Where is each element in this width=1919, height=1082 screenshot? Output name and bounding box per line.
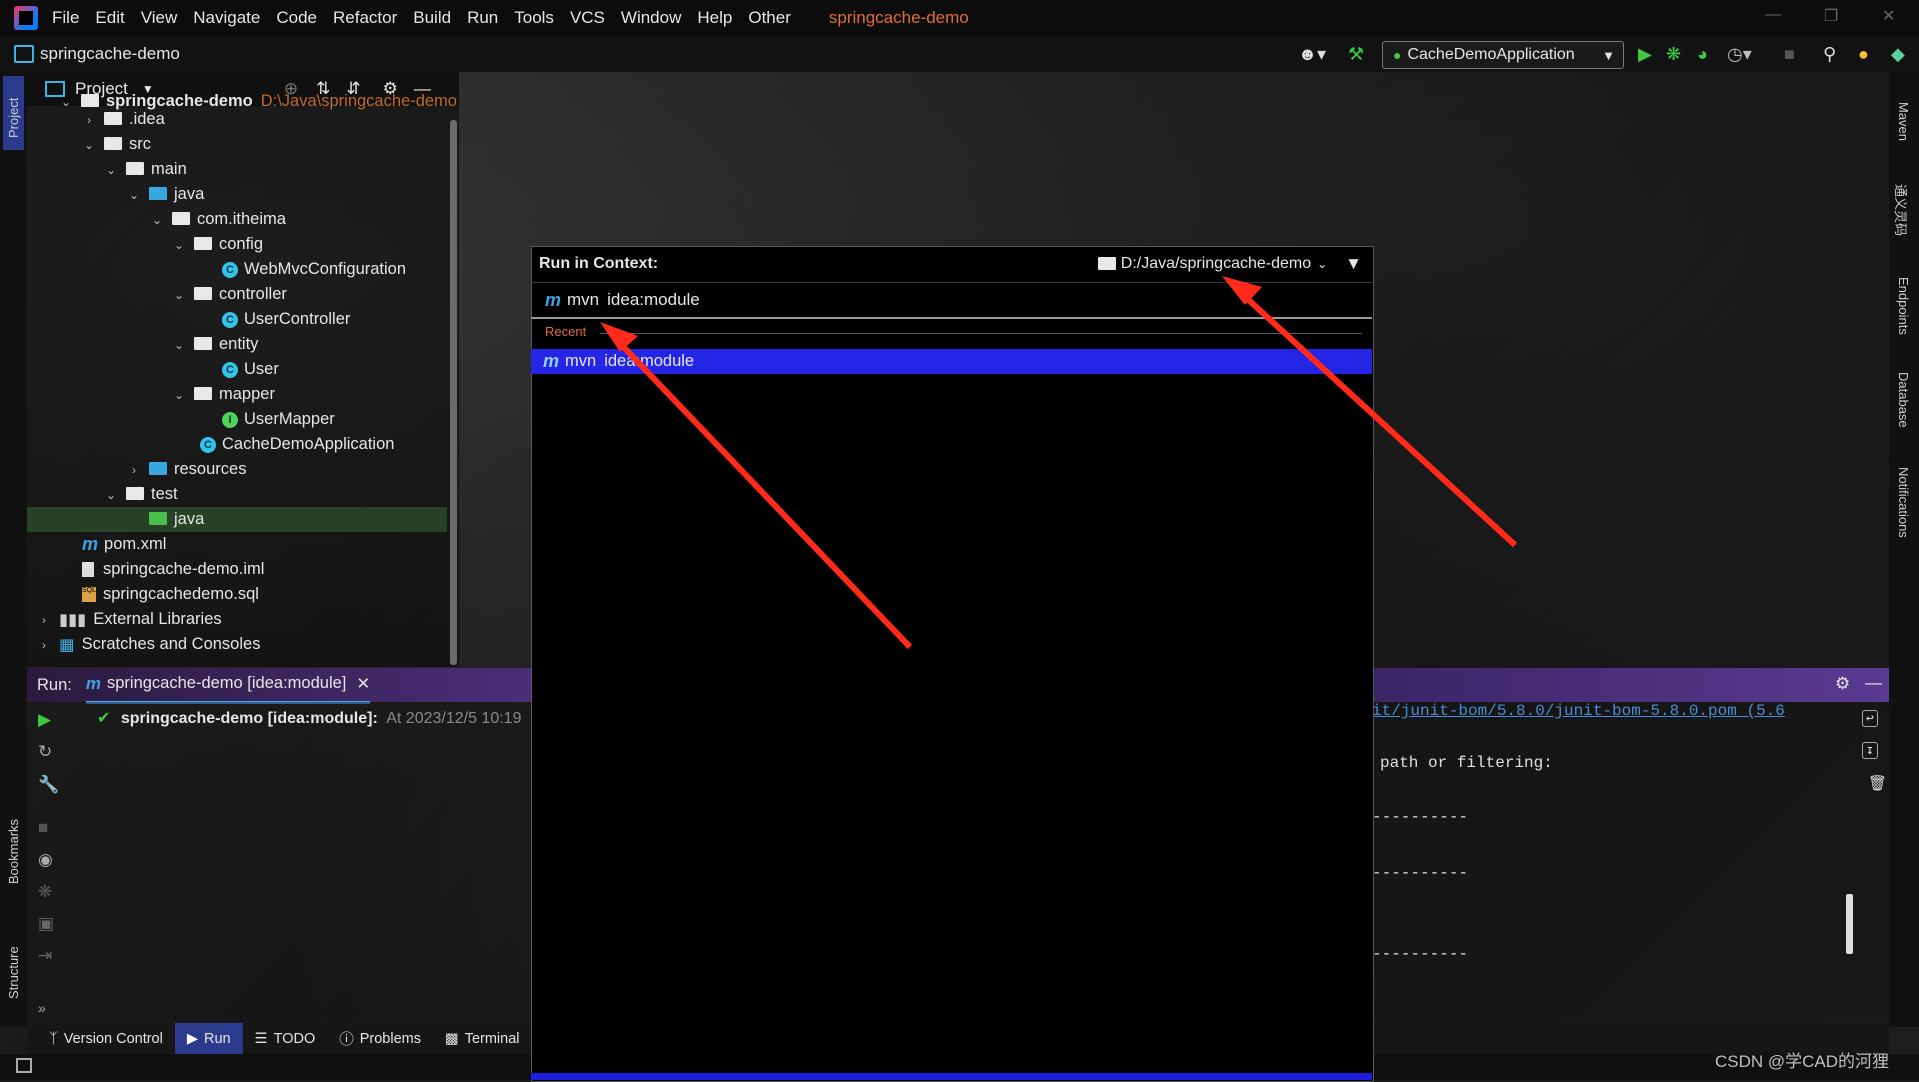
arrow-to-recent-item xyxy=(600,322,913,650)
annotation-arrows xyxy=(600,276,1518,650)
watermark: CSDN @学CAD的河狸 xyxy=(1715,1052,1890,1071)
arrow-to-context-path xyxy=(1222,276,1518,548)
